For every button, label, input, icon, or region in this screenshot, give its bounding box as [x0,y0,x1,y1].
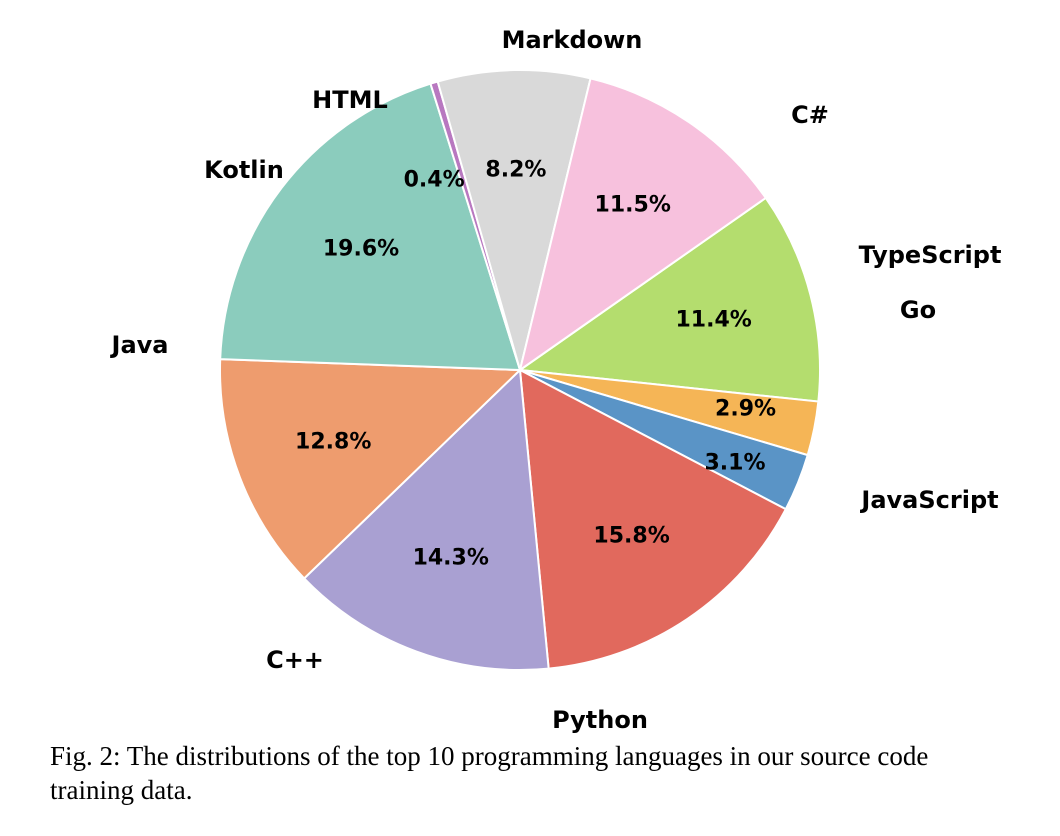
pie-pct-label: 8.2% [485,158,546,183]
pie-pct-label: 12.8% [295,429,371,454]
pie-pct-label: 11.4% [675,307,751,332]
pie-ext-label: HTML [312,86,388,114]
pie-ext-label: Go [900,296,936,324]
pie-pct-label: 11.5% [595,192,671,217]
figure-caption: Fig. 2: The distributions of the top 10 … [0,740,1060,828]
pie-ext-label: C# [791,101,829,129]
pie-chart-svg [0,0,1060,740]
pie-pct-label: 15.8% [593,523,669,548]
pie-ext-label: Markdown [502,26,643,54]
pie-chart-container: 11.4% C# 2.9% TypeScript 3.1% Go 15.8% JavaScri… [0,0,1060,740]
pie-ext-label: C++ [266,646,324,674]
pie-ext-label: Python [552,706,648,734]
pie-ext-label: JavaScript [861,486,998,514]
pie-pct-label: 19.6% [323,236,399,261]
pie-pct-label: 3.1% [704,451,765,476]
pie-ext-label: Kotlin [204,156,284,184]
pie-pct-label: 14.3% [413,545,489,570]
pie-pct-label: 0.4% [404,167,465,192]
pie-ext-label: TypeScript [859,241,1002,269]
pie-ext-label: Java [112,331,169,359]
pie-pct-label: 2.9% [715,396,776,421]
